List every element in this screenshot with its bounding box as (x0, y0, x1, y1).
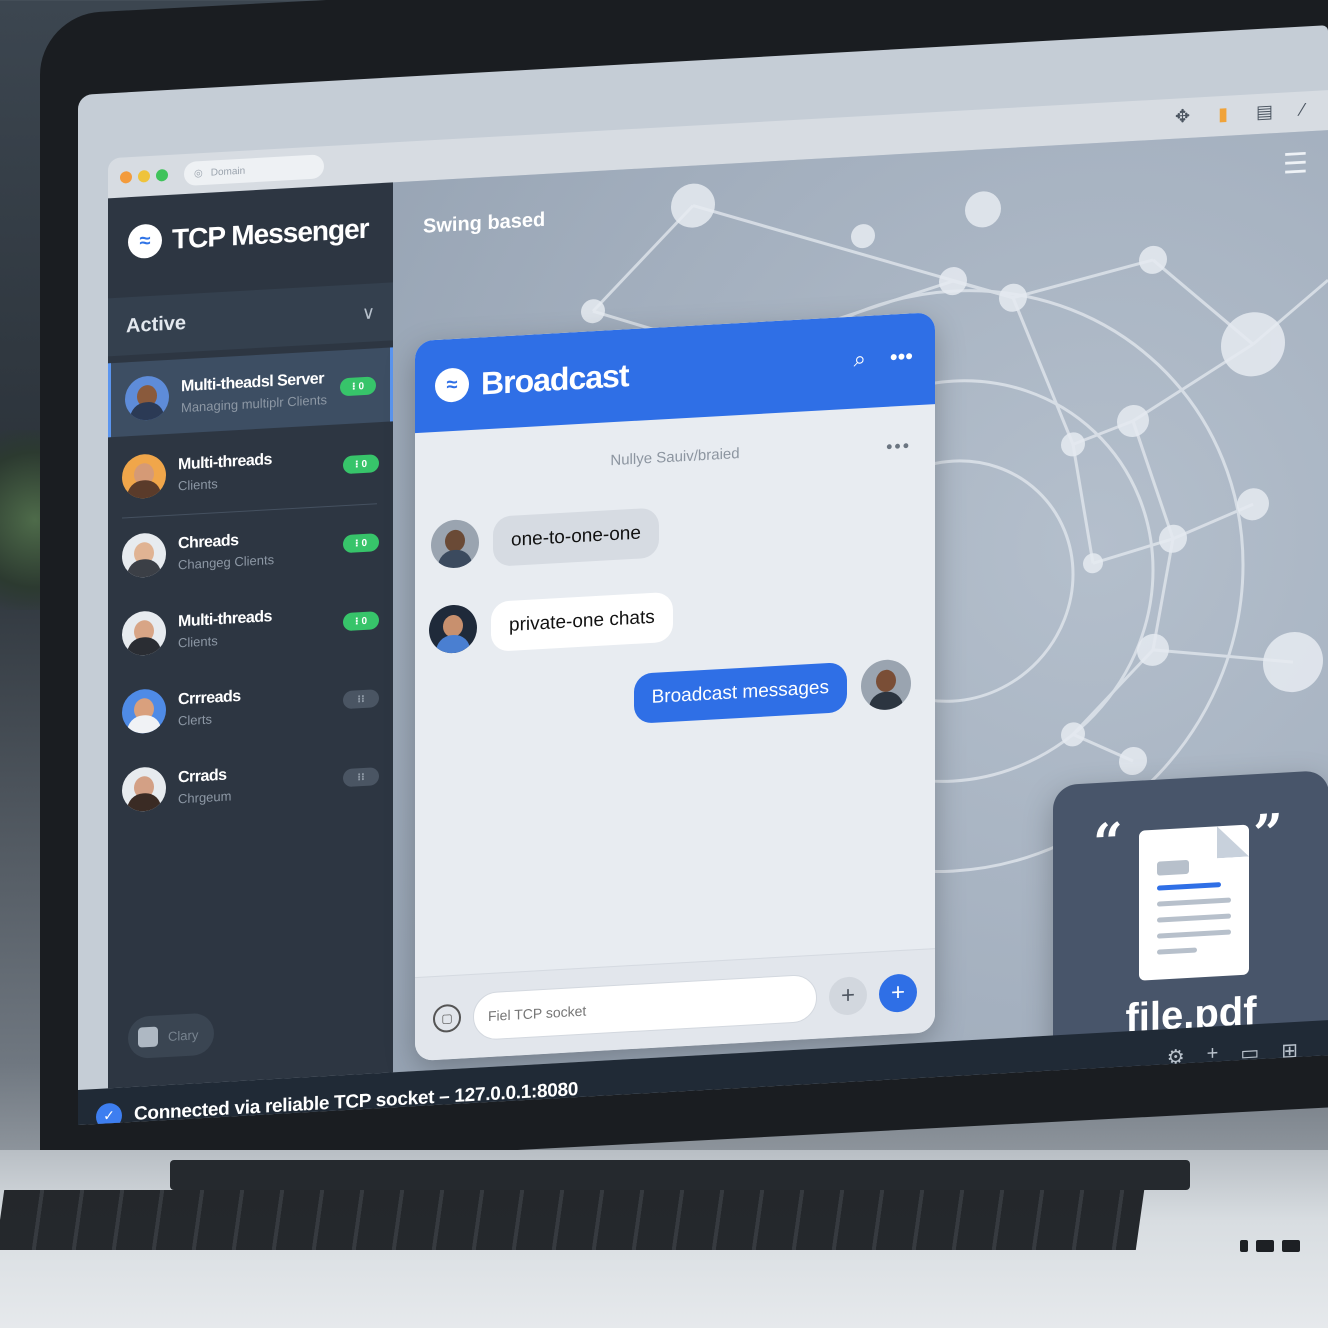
minimize-window-button[interactable] (138, 169, 150, 183)
contact-item[interactable]: Multi-threads Clients ⁝ 0 (108, 425, 393, 515)
pin-icon[interactable]: ✥ (1175, 106, 1190, 128)
contact-item[interactable]: Chreads Changeg Clients ⁝ 0 (108, 504, 393, 594)
avatar (861, 658, 911, 712)
status-badge: ⁝⁝ (343, 767, 379, 788)
document-icon (1139, 824, 1249, 981)
chat-logo-icon: ≈ (435, 367, 469, 404)
avatar (429, 603, 477, 655)
flag-icon[interactable]: ▮ (1218, 104, 1228, 126)
avatar (122, 453, 166, 500)
chevron-down-icon[interactable]: ∨ (362, 302, 375, 324)
chat-window: ≈ Broadcast ⌕ ••• Nullye Sauiv/braied ••… (415, 312, 935, 1062)
contact-subtitle: Managing multiplr Clients (181, 391, 327, 415)
close-window-button[interactable] (120, 170, 132, 184)
address-placeholder: Domain (210, 165, 246, 179)
keyboard (0, 1190, 1145, 1250)
main-area: Swing based ☰ ≈ Broadcast ⌕ ••• Nullye S… (393, 130, 1328, 1086)
close-quote: ” (1253, 802, 1283, 866)
app-logo-icon: ≈ (128, 223, 162, 260)
avatar (431, 518, 479, 570)
message-row: Broadcast messages (633, 658, 911, 724)
app-title: TCP Messenger (172, 212, 369, 255)
active-filter[interactable]: Active ∨ (108, 282, 393, 357)
maximize-window-button[interactable] (156, 168, 168, 182)
message-row: one-to-one-one (431, 507, 659, 571)
message-bubble: private-one chats (491, 591, 673, 652)
contact-subtitle: Clients (178, 475, 218, 493)
clear-button[interactable]: Clary (128, 1012, 214, 1060)
status-badge: ⁝ 0 (343, 611, 379, 632)
window-icon[interactable]: ▤ (1256, 101, 1273, 123)
send-button[interactable]: + (879, 972, 917, 1013)
add-button[interactable]: + (829, 975, 867, 1016)
contact-item[interactable]: Crrreads Clerts ⁝⁝ (108, 660, 393, 750)
chat-title: Broadcast (481, 356, 629, 401)
more-options-icon[interactable]: ••• (890, 343, 913, 370)
contact-subtitle: Chrgeum (178, 787, 232, 806)
status-badge: ⁝ 0 (343, 533, 379, 554)
hamburger-menu-icon[interactable]: ☰ (1283, 146, 1308, 180)
contact-item[interactable]: Multi-threads Clients ⁝ 0 (108, 582, 393, 672)
contact-subtitle: Changeg Clients (178, 551, 275, 572)
list-icon (138, 1026, 158, 1048)
more-options-icon[interactable]: ••• (886, 435, 911, 457)
laptop-ports (1240, 1240, 1300, 1252)
message-row: private-one chats (429, 591, 673, 656)
site-icon: ◎ (194, 167, 203, 180)
brand: ≈ TCP Messenger (128, 212, 369, 260)
connection-icon: ✓ (96, 1102, 122, 1126)
avatar (125, 374, 169, 422)
avatar (122, 532, 166, 579)
contact-subtitle: Clerts (178, 711, 212, 728)
message-bubble: one-to-one-one (493, 507, 659, 567)
status-badge: ⁝⁝ (343, 689, 379, 710)
open-quote: “ (1093, 811, 1123, 875)
active-filter-label: Active (126, 311, 187, 337)
avatar (122, 610, 166, 657)
avatar (122, 766, 166, 813)
clear-button-label: Clary (168, 1026, 199, 1044)
contact-subtitle: Clients (178, 632, 218, 650)
laptop-hinge (170, 1160, 1190, 1190)
message-input[interactable] (473, 973, 817, 1041)
edit-icon[interactable]: ⁄ (1301, 99, 1304, 120)
address-bar[interactable]: ◎ Domain (184, 154, 324, 187)
chat-subtitle: Nullye Sauiv/braied ••• (415, 434, 935, 480)
laptop-screen: ◎ Domain ✥ ▮ ▤ ⁄ ≈ TCP Messenger Active … (78, 25, 1328, 1126)
contact-item[interactable]: Multi-theadsl Server Managing multiplr C… (108, 347, 393, 438)
message-bubble: Broadcast messages (633, 662, 847, 724)
status-badge: ⁝ 0 (343, 454, 379, 475)
contact-item[interactable]: Crrads Chrgeum ⁝⁝ (108, 738, 393, 828)
sidebar: ≈ TCP Messenger Active ∨ Multi-theadsl S… (108, 182, 393, 1089)
avatar (122, 688, 166, 735)
search-icon[interactable]: ⌕ (854, 346, 866, 373)
attachment-icon[interactable]: ▢ (433, 1003, 461, 1033)
status-badge: ⁝ 0 (340, 376, 376, 397)
chat-subtitle-text: Nullye Sauiv/braied (610, 445, 740, 470)
